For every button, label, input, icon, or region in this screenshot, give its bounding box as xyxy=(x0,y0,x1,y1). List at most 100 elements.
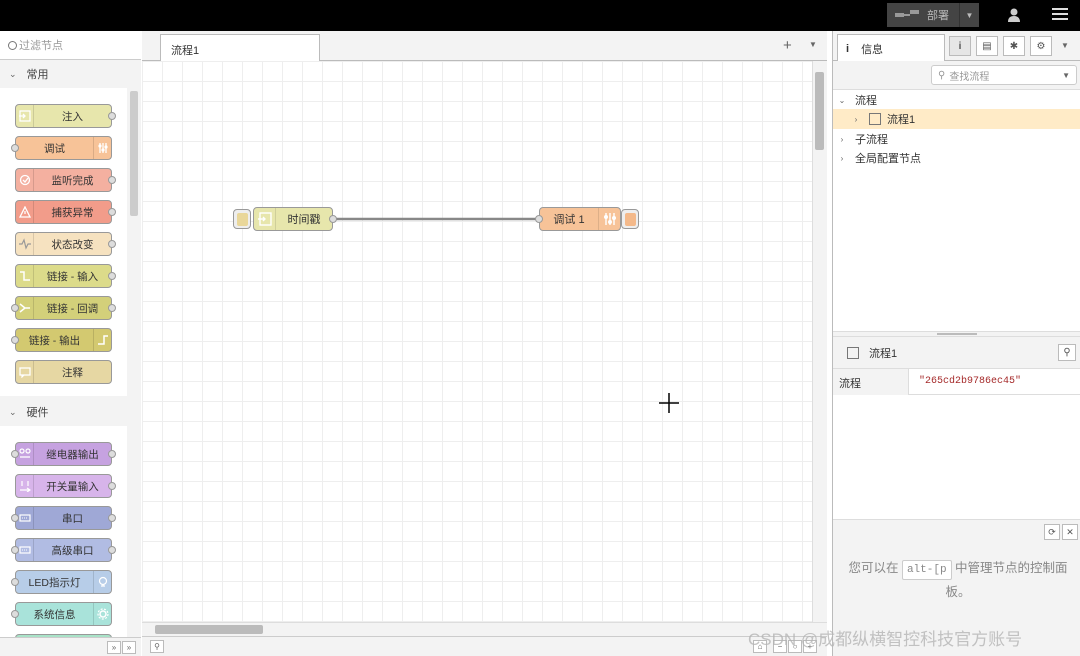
input-port[interactable] xyxy=(11,450,19,458)
alert-icon xyxy=(16,201,34,223)
deploy-dropdown-button[interactable]: ▼ xyxy=(959,3,979,27)
palette-node-comment[interactable]: 注释 xyxy=(15,360,112,384)
debug-toggle-button[interactable] xyxy=(621,209,639,229)
node-palette: 过滤节点 ⌄ 常用 注入 调试 监听完成 捕获异常 状态改变 链接 - 输入 链… xyxy=(0,31,141,656)
search-icon[interactable]: ⚲ xyxy=(150,640,164,653)
deploy-button[interactable]: 部署 xyxy=(887,3,959,27)
palette-node-serial[interactable]: 串口 xyxy=(11,506,116,530)
tree-item-subflows[interactable]: › 子流程 xyxy=(833,129,1080,149)
palette-node-status[interactable]: 状态改变 xyxy=(15,232,116,256)
palette-node-label: 注入 xyxy=(62,110,83,123)
input-port[interactable] xyxy=(11,610,19,618)
flow-node-label: 调试 1 xyxy=(553,214,585,226)
input-port[interactable] xyxy=(11,578,19,586)
palette-node-label: 状态改变 xyxy=(51,238,94,251)
flow-icon xyxy=(869,113,881,125)
palette-node-label: LED指示灯 xyxy=(28,576,81,589)
gear-icon[interactable]: ⚙ xyxy=(1030,36,1052,56)
chevron-right-icon: › xyxy=(840,153,844,163)
tree-item-global-config[interactable]: › 全局配置节点 xyxy=(833,148,1080,168)
palette-node-catch[interactable]: 捕获异常 xyxy=(15,200,116,224)
workspace-tabs: 流程1 + ▼ xyxy=(142,31,827,62)
inject-trigger-button[interactable] xyxy=(233,209,251,229)
chevron-down-icon[interactable]: ▼ xyxy=(809,40,817,49)
category-body-hardware: 继电器输出 开关量输入 串口 高级串口 LED指示灯 系统信息 xyxy=(0,426,127,637)
search-icon[interactable]: ⚲ xyxy=(1058,344,1076,361)
input-port[interactable] xyxy=(535,215,543,223)
palette-search-placeholder: 过滤节点 xyxy=(19,40,63,52)
category-header-hardware[interactable]: ⌄ 硬件 xyxy=(0,398,127,426)
property-value[interactable]: "265cd2b9786ec45" xyxy=(919,376,1021,387)
palette-node-relay[interactable]: 继电器输出 xyxy=(11,442,116,466)
output-port[interactable] xyxy=(108,450,116,458)
palette-node-link-out[interactable]: 链接 - 输出 xyxy=(11,328,112,352)
canvas-horizontal-scroll-thumb[interactable] xyxy=(155,625,263,634)
tree-item-flows[interactable]: ⌄ 流程 xyxy=(833,90,1080,110)
tab-label: 流程1 xyxy=(171,45,200,57)
expand-all-button[interactable]: » xyxy=(122,641,136,654)
user-icon[interactable] xyxy=(1005,6,1023,24)
input-port[interactable] xyxy=(11,336,19,344)
palette-scroll-thumb[interactable] xyxy=(130,91,138,216)
tab-info[interactable]: i 信息 xyxy=(837,34,945,62)
palette-node-led[interactable]: LED指示灯 xyxy=(11,570,112,594)
palette-node-label: 继电器输出 xyxy=(46,448,99,461)
complete-icon xyxy=(16,169,34,191)
palette-node-sysinfo[interactable]: 系统信息 xyxy=(11,602,112,626)
hamburger-menu-icon[interactable] xyxy=(1052,8,1068,22)
output-port[interactable] xyxy=(108,240,116,248)
tree-item-flow-1[interactable]: › 流程1 xyxy=(833,109,1080,129)
category-header-common[interactable]: ⌄ 常用 xyxy=(0,60,127,88)
palette-node-label: 高级串口 xyxy=(51,544,94,557)
palette-node-complete[interactable]: 监听完成 xyxy=(15,168,116,192)
chevron-down-icon[interactable]: ▼ xyxy=(1061,41,1069,50)
palette-node-serial-advanced[interactable]: 高级串口 xyxy=(11,538,116,562)
collapse-all-button[interactable]: » xyxy=(107,641,121,654)
info-icon: i xyxy=(846,42,850,55)
canvas-vertical-scroll-thumb[interactable] xyxy=(815,72,824,150)
palette-node-link-in[interactable]: 链接 - 输入 xyxy=(15,264,116,288)
input-port[interactable] xyxy=(11,304,19,312)
close-icon[interactable]: ✕ xyxy=(1062,524,1078,540)
info-icon[interactable]: i xyxy=(949,36,971,56)
input-port[interactable] xyxy=(11,514,19,522)
workspace-canvas[interactable]: 时间戳 调试 1 xyxy=(142,61,812,622)
output-port[interactable] xyxy=(108,208,116,216)
category-label: 硬件 xyxy=(26,407,49,419)
output-port[interactable] xyxy=(108,112,116,120)
output-port[interactable] xyxy=(108,176,116,184)
palette-node-label: 串口 xyxy=(62,512,83,525)
chevron-down-icon: ⌄ xyxy=(9,406,17,417)
output-port[interactable] xyxy=(329,215,337,223)
tree-label: 流程1 xyxy=(887,114,916,126)
switch-input-icon xyxy=(16,475,34,497)
add-flow-button[interactable]: + xyxy=(783,37,792,54)
tab-label: 信息 xyxy=(861,43,884,56)
input-port[interactable] xyxy=(11,546,19,554)
chevron-right-icon: › xyxy=(854,114,858,124)
tab-flow-1[interactable]: 流程1 xyxy=(160,34,320,62)
refresh-icon[interactable]: ⟳ xyxy=(1044,524,1060,540)
category-label: 常用 xyxy=(26,69,49,81)
input-port[interactable] xyxy=(11,144,19,152)
flow-node-inject[interactable]: 时间戳 xyxy=(253,207,337,231)
debug-icon xyxy=(93,137,111,159)
sidebar: i 信息 i ▤ ✱ ⚙ ▼ ⚲ 查找流程 ▼ ⌄ 流程 › 流程1 › 子流程… xyxy=(832,31,1080,656)
output-port[interactable] xyxy=(108,546,116,554)
comment-icon xyxy=(16,361,34,383)
output-port[interactable] xyxy=(108,272,116,280)
book-icon[interactable]: ▤ xyxy=(976,36,998,56)
palette-node-debug[interactable]: 调试 xyxy=(11,136,112,160)
palette-search-input[interactable]: 过滤节点 xyxy=(0,31,141,60)
flow-search-input[interactable]: ⚲ 查找流程 ▼ xyxy=(931,65,1077,85)
output-port[interactable] xyxy=(108,482,116,490)
output-port[interactable] xyxy=(108,514,116,522)
bug-icon[interactable]: ✱ xyxy=(1003,36,1025,56)
crosshair-cursor-icon xyxy=(659,393,679,413)
palette-node-switch-input[interactable]: 开关量输入 xyxy=(15,474,116,498)
palette-node-link-call[interactable]: 链接 - 回调 xyxy=(11,296,116,320)
flow-node-debug[interactable]: 调试 1 xyxy=(535,207,621,231)
palette-node-inject[interactable]: 注入 xyxy=(15,104,116,128)
output-port[interactable] xyxy=(108,304,116,312)
help-text-before: 您可以在 xyxy=(848,561,899,575)
